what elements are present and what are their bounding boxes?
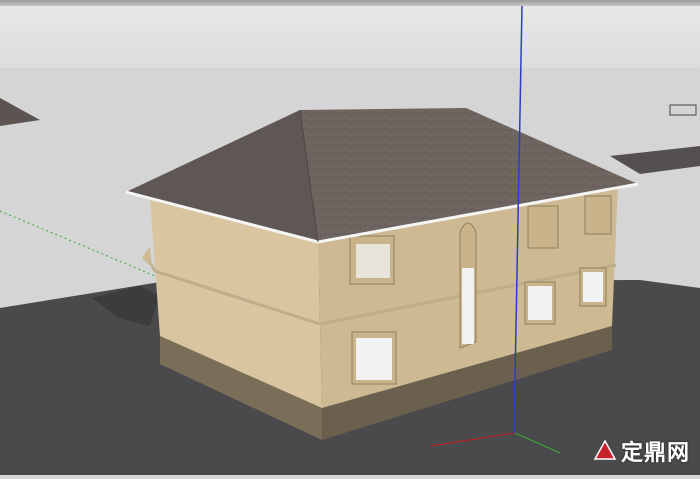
window-upper-right-1	[527, 205, 559, 249]
watermark-logo-icon	[593, 439, 617, 460]
scene-canvas[interactable]	[0, 5, 700, 475]
window-lower-right-2-glass	[583, 272, 603, 302]
window-upper-right-2	[584, 195, 612, 235]
window-lower-right-1-glass	[528, 286, 552, 320]
window-lower-left-glass	[356, 338, 392, 380]
window-upper-left-glass	[356, 244, 390, 278]
sketchup-3d-viewport[interactable]	[0, 5, 700, 475]
watermark-text: 定鼎网	[620, 441, 690, 466]
arched-window-glass	[462, 268, 474, 344]
site-watermark: 定鼎网	[593, 435, 690, 467]
sky	[0, 6, 700, 70]
